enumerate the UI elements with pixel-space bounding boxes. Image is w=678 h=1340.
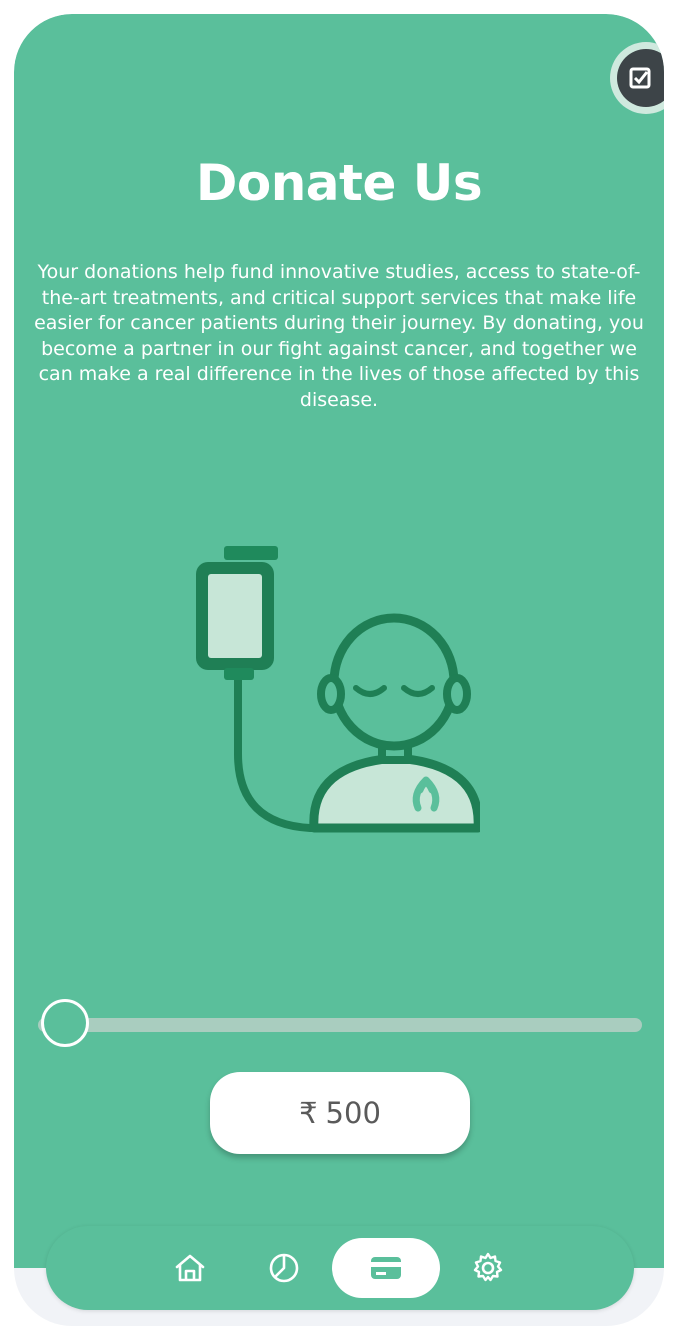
donation-amount-display[interactable]: ₹ 500 (210, 1072, 470, 1154)
nav-stats-button[interactable] (254, 1238, 314, 1298)
gear-icon (473, 1252, 503, 1282)
page-title: Donate Us (195, 154, 483, 212)
donation-amount-value: 500 (325, 1096, 381, 1130)
rupee-icon: ₹ (299, 1096, 318, 1130)
patient-iv-drip-icon (190, 544, 483, 844)
card-icon (371, 1257, 401, 1279)
checkbox-icon (617, 49, 664, 107)
donation-amount-slider[interactable] (38, 996, 644, 1056)
nav-donate-button[interactable] (332, 1238, 440, 1298)
nav-home-button[interactable] (160, 1238, 220, 1298)
page-description: Your donations help fund innovative stud… (34, 261, 644, 411)
nav-settings-button[interactable] (458, 1238, 518, 1298)
home-icon (175, 1254, 205, 1282)
slider-track[interactable] (38, 1018, 642, 1032)
pie-chart-icon (269, 1253, 299, 1283)
slider-thumb[interactable] (41, 999, 89, 1047)
app-frame: Donate Us Your donations help fund innov… (14, 14, 664, 1326)
bottom-navigation (46, 1226, 634, 1310)
corner-button[interactable] (610, 42, 664, 114)
donate-card: Donate Us Your donations help fund innov… (14, 14, 664, 1268)
